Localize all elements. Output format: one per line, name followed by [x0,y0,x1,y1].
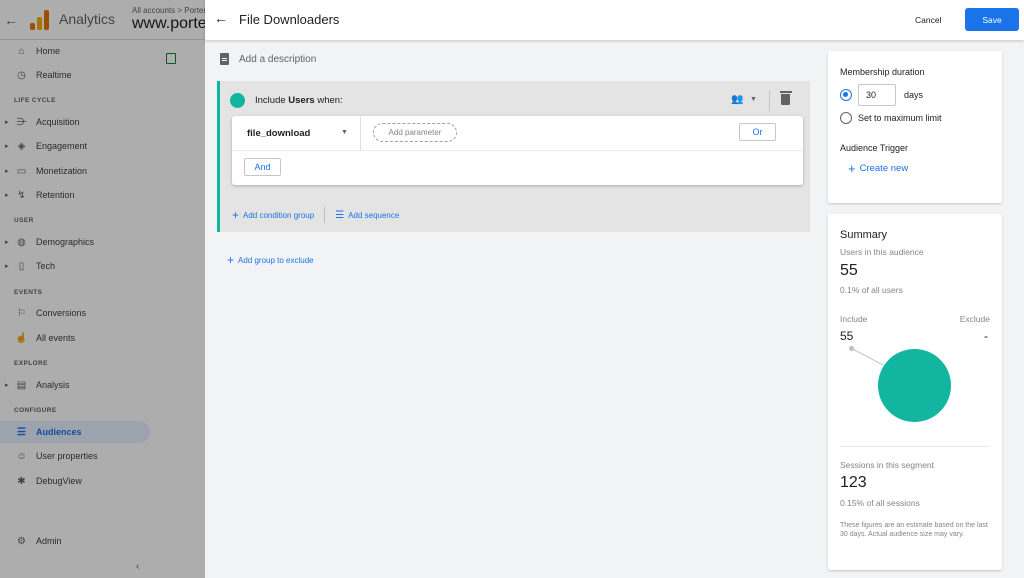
group-color-dot-icon [230,93,245,108]
include-value: 55 [840,329,854,343]
include-condition-group: Include Users when: 👥 ▼ file_download ▼ … [217,81,810,232]
radio-days[interactable] [840,89,852,101]
add-group-to-exclude-link[interactable]: + Add group to exclude [227,253,314,267]
sessions-value: 123 [840,474,867,491]
and-button[interactable]: And [244,158,281,176]
radio-max-limit[interactable] [840,112,852,124]
trash-icon[interactable] [779,91,792,105]
include-header: Include Users when: 👥 ▼ [220,81,810,117]
divider [769,91,770,111]
plus-icon: + [232,208,240,222]
users-value: 55 [840,262,858,279]
caret-down-icon[interactable]: ▼ [750,96,757,103]
include-label: Include [840,314,868,324]
exclude-label: Exclude [959,314,990,324]
summary-card: Summary Users in this audience 55 0.1% o… [828,214,1002,570]
description-field[interactable]: Add a description [220,53,316,65]
divider [360,116,361,150]
include-statement: Include Users when: [255,95,343,106]
summary-title: Summary [840,229,888,241]
add-condition-group-link[interactable]: Add condition group [243,211,314,220]
estimate-note: These figures are an estimate based on t… [840,522,988,538]
page-title: File Downloaders [239,12,340,27]
sessions-label: Sessions in this segment [840,460,935,470]
plus-icon: + [227,253,235,267]
max-limit-label[interactable]: Set to maximum limit [858,113,942,123]
create-new-trigger-button[interactable]: + Create new [848,161,908,176]
event-selector[interactable]: file_download [247,128,310,139]
condition-card: file_download ▼ Add parameter Or And [232,116,803,185]
modal-overlay[interactable] [0,0,205,578]
back-arrow-icon[interactable]: ← [214,10,228,26]
caret-down-icon[interactable]: ▼ [341,129,348,136]
pie-leader-line [851,348,884,366]
exclude-value: - [984,329,988,343]
or-button[interactable]: Or [739,123,776,141]
document-icon [220,53,229,65]
divider [232,150,803,151]
audience-editor-panel: ← File Downloaders Cancel Save Add a des… [205,0,1024,578]
users-label: Users in this audience [840,247,924,257]
panel-header: ← File Downloaders Cancel Save [205,0,1024,40]
save-button[interactable]: Save [965,8,1019,31]
add-parameter-button[interactable]: Add parameter [373,123,457,142]
cancel-button[interactable]: Cancel [905,10,951,30]
divider [324,207,326,223]
plus-icon: + [848,161,856,176]
sequence-icon: ☰ [335,209,345,221]
sessions-percent: 0.15% of all sessions [840,498,920,508]
days-label: days [904,90,924,100]
divider [840,446,990,447]
scope-selector[interactable]: Users [288,95,314,106]
description-placeholder[interactable]: Add a description [239,54,316,65]
people-icon[interactable]: 👥 [731,94,744,105]
users-percent: 0.1% of all users [840,285,903,295]
days-input[interactable] [858,84,896,106]
audience-pie-chart [878,349,951,422]
add-actions-row: + Add condition group ☰ Add sequence [232,207,399,223]
add-sequence-link[interactable]: Add sequence [348,211,399,220]
membership-title: Membership duration [840,67,925,77]
audience-trigger-title: Audience Trigger [840,143,909,153]
membership-card: Membership duration days Set to maximum … [828,51,1002,203]
